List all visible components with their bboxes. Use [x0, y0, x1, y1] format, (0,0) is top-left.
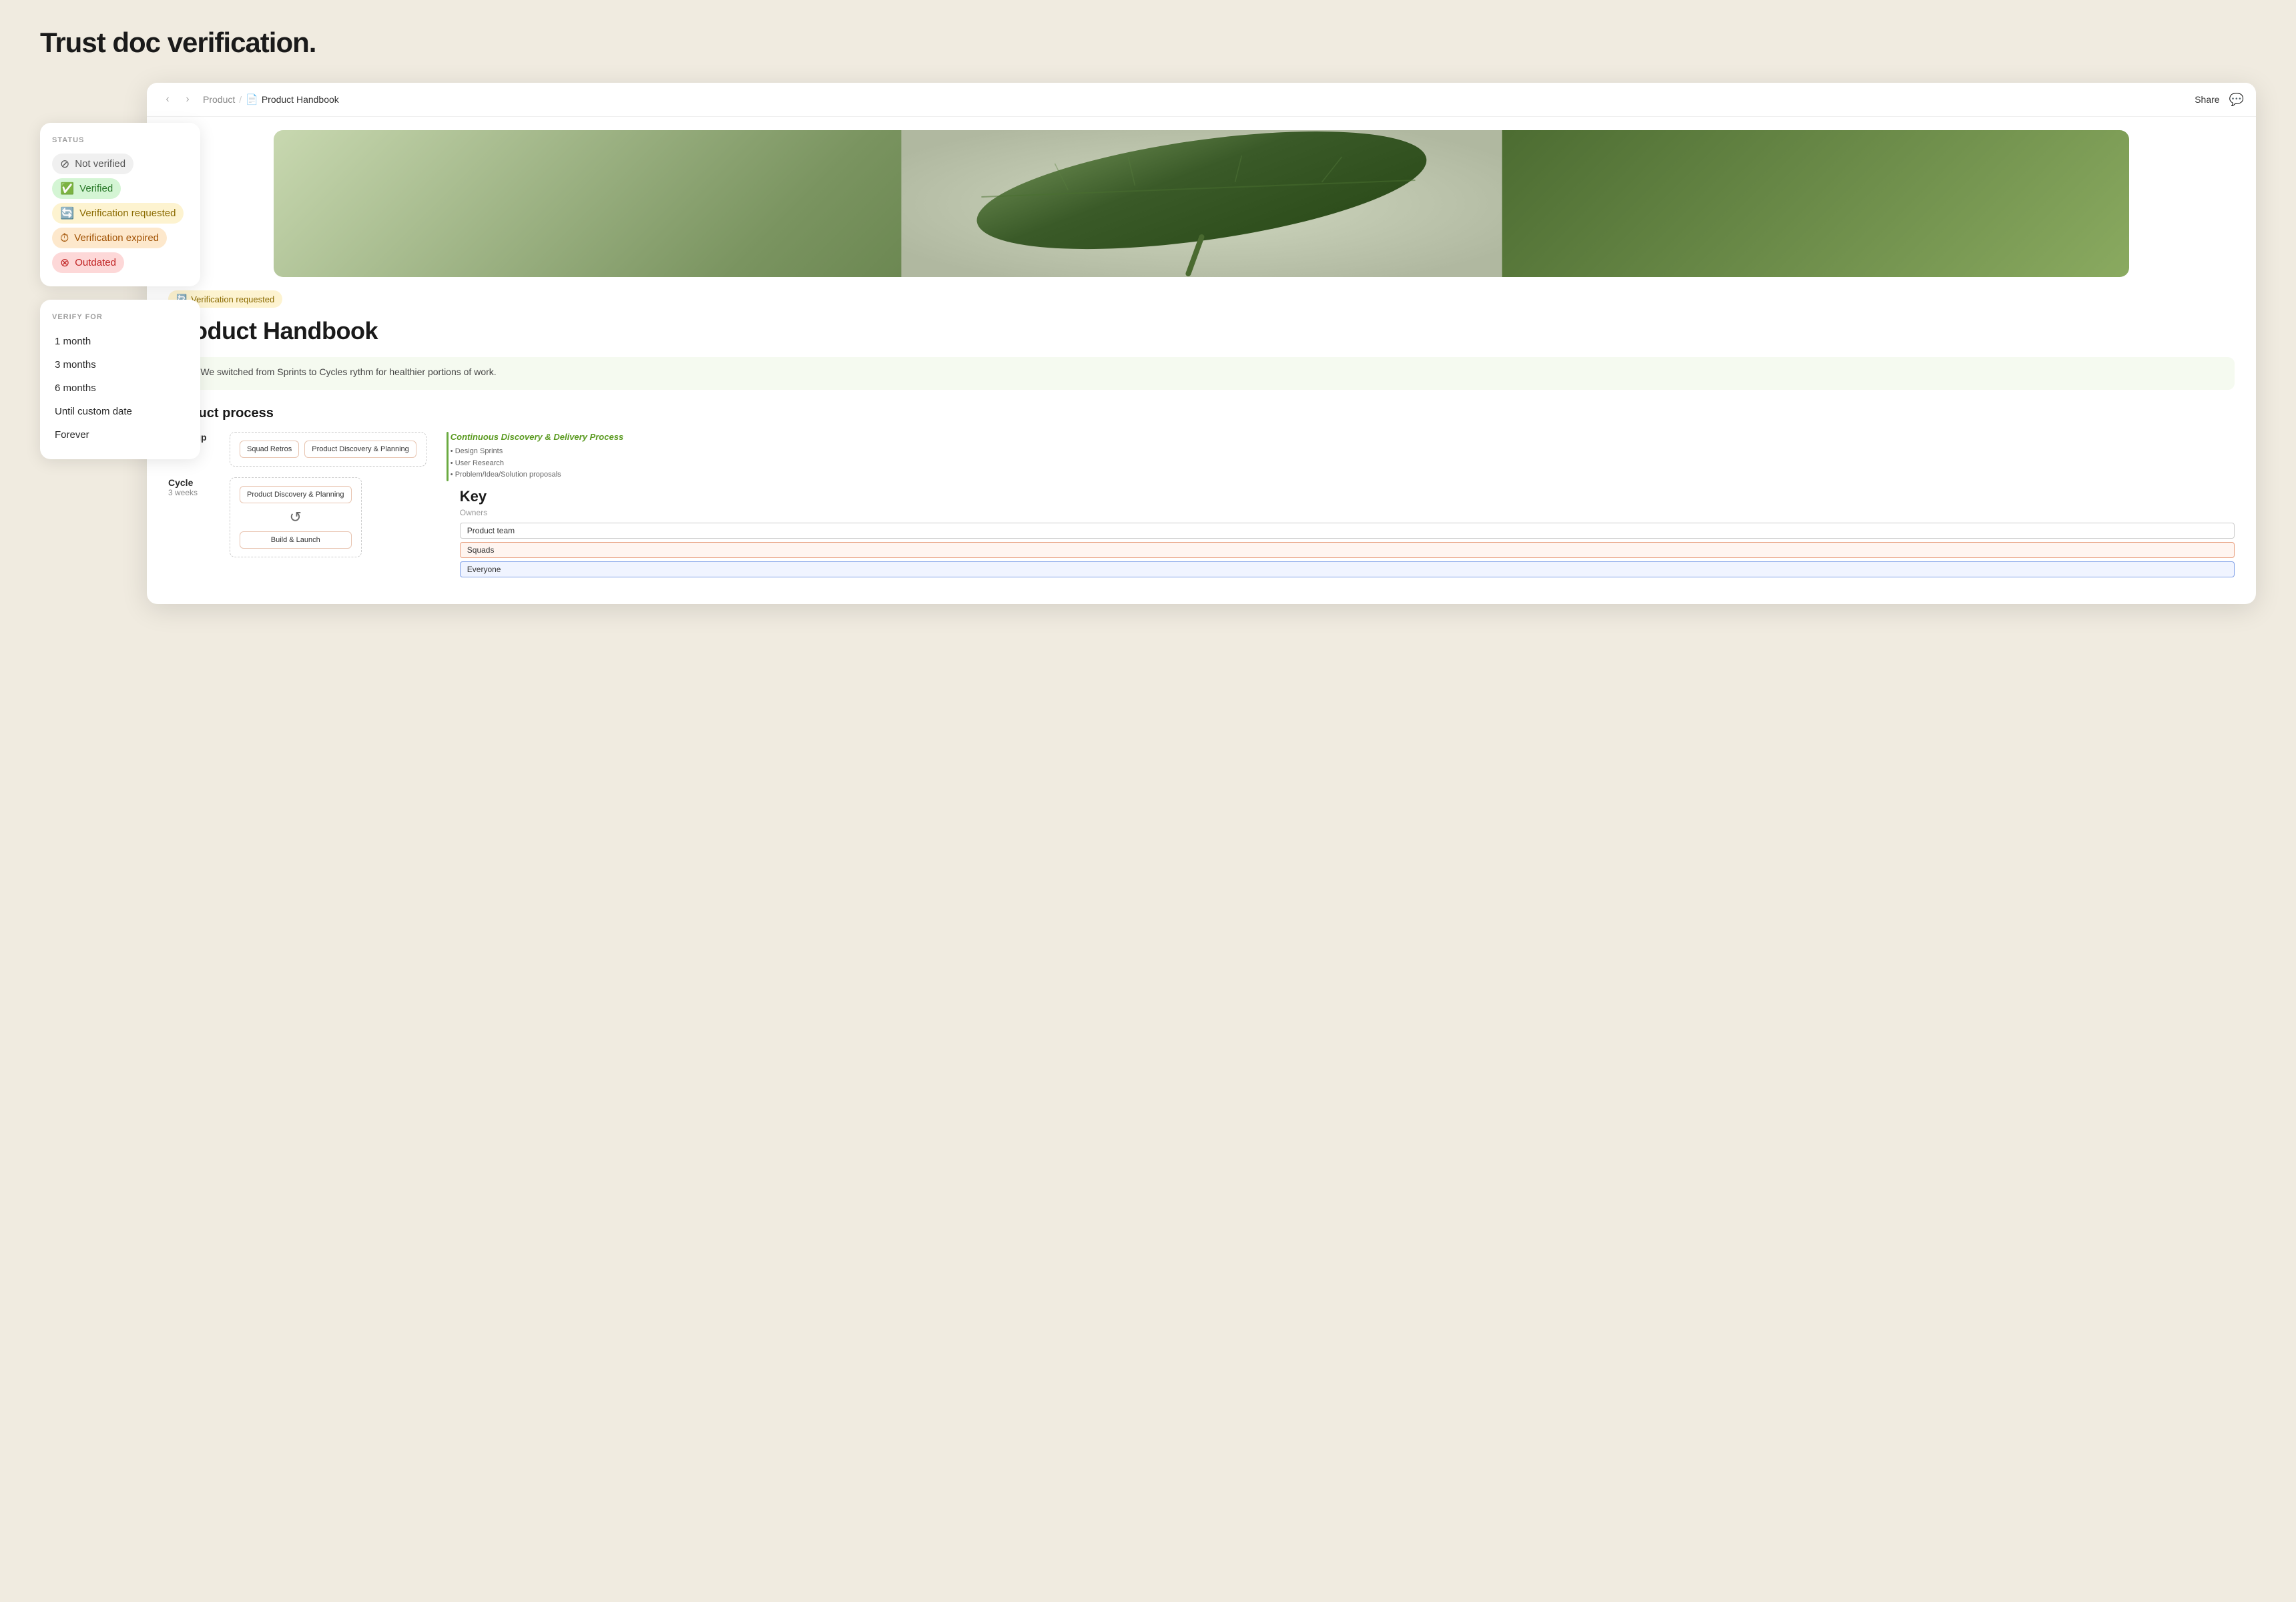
cycle-stage: Cycle 3 weeks Product Discovery & Planni…: [168, 477, 426, 557]
left-panels: STATUS ⊘ Not verified ✅ Verified 🔄 Verif…: [40, 123, 200, 459]
cycle-arrow: ↺: [240, 509, 352, 526]
verification-requested-icon: 🔄: [60, 208, 74, 219]
status-item-outdated[interactable]: ⊗ Outdated: [52, 252, 124, 273]
regroup-box: Squad Retros Product Discovery & Plannin…: [230, 432, 426, 467]
build-launch-card: Build & Launch: [240, 531, 352, 549]
breadcrumb-current: 📄 Product Handbook: [246, 93, 339, 105]
section-title: Product process: [168, 406, 2235, 421]
browser-window: ‹ › Product / 📄 Product Handbook Share 💬: [147, 83, 2256, 604]
verify-item-1-month[interactable]: 1 month: [52, 330, 188, 352]
product-discovery-planning-card: Product Discovery & Planning: [304, 441, 416, 458]
bullet-user-research: • User Research: [451, 458, 623, 470]
verify-list: 1 month 3 months 6 months Until custom d…: [52, 330, 188, 446]
breadcrumb: Product / 📄 Product Handbook: [203, 93, 339, 105]
right-section: Continuous Discovery & Delivery Process …: [447, 432, 2235, 577]
verify-item-3-months[interactable]: 3 months: [52, 354, 188, 376]
forward-button[interactable]: ›: [179, 91, 196, 108]
owners-label: Owners: [460, 508, 2235, 517]
key-title: Key: [460, 488, 2235, 505]
process-diagram: Regroup 1 Week Squad Retros Product Disc…: [168, 432, 2235, 577]
cycle-cards: Product Discovery & Planning ↺ Build & L…: [240, 486, 352, 549]
status-item-verification-expired[interactable]: ⏱ Verification expired: [52, 228, 167, 248]
squad-retros-card: Squad Retros: [240, 441, 299, 458]
comment-icon[interactable]: 💬: [2229, 93, 2244, 107]
cycle-name: Cycle: [168, 477, 222, 488]
bullet-design-sprints: • Design Sprints: [451, 446, 623, 458]
verification-expired-label: Verification expired: [74, 232, 159, 244]
verification-requested-label: Verification requested: [79, 208, 176, 219]
regroup-stage: Regroup 1 Week Squad Retros Product Disc…: [168, 432, 426, 467]
verify-for-panel: VERIFY FOR 1 month 3 months 6 months Unt…: [40, 300, 200, 459]
status-item-not-verified[interactable]: ⊘ Not verified: [52, 154, 133, 174]
bullet-problem-idea: • Problem/Idea/Solution proposals: [451, 469, 623, 481]
not-verified-icon: ⊘: [60, 158, 69, 170]
document-title: Product Handbook: [168, 317, 2235, 345]
green-line: [447, 432, 449, 481]
main-container: STATUS ⊘ Not verified ✅ Verified 🔄 Verif…: [40, 83, 2256, 604]
cycle-box: Product Discovery & Planning ↺ Build & L…: [230, 477, 362, 557]
owner-everyone: Everyone: [460, 561, 2235, 577]
breadcrumb-separator: /: [239, 94, 242, 105]
share-button[interactable]: Share: [2195, 94, 2219, 105]
document-icon: 📄: [246, 93, 258, 105]
not-verified-label: Not verified: [75, 158, 125, 170]
browser-bar: ‹ › Product / 📄 Product Handbook Share 💬: [147, 83, 2256, 117]
verification-expired-icon: ⏱: [60, 232, 69, 244]
cycle-label: Cycle 3 weeks: [168, 477, 222, 497]
hero-image: [274, 130, 2130, 277]
update-notice: ♻️ We switched from Sprints to Cycles ry…: [168, 357, 2235, 390]
verify-item-6-months[interactable]: 6 months: [52, 377, 188, 399]
verify-for-label: VERIFY FOR: [52, 313, 188, 321]
continuous-title: Continuous Discovery & Delivery Process: [451, 432, 623, 442]
green-indicator: Continuous Discovery & Delivery Process …: [447, 432, 2235, 481]
document-content: 🔄 Verification requested Product Handboo…: [147, 130, 2256, 604]
verified-icon: ✅: [60, 183, 74, 194]
cycle-discovery-card: Product Discovery & Planning: [240, 486, 352, 503]
breadcrumb-current-text: Product Handbook: [262, 94, 339, 105]
process-stages: Regroup 1 Week Squad Retros Product Disc…: [168, 432, 426, 557]
owner-product-team: Product team: [460, 523, 2235, 539]
badge-text: Verification requested: [191, 294, 274, 304]
status-panel-label: STATUS: [52, 136, 188, 144]
outdated-label: Outdated: [75, 257, 116, 268]
browser-nav: ‹ ›: [159, 91, 196, 108]
continuous-text: Continuous Discovery & Delivery Process …: [451, 432, 623, 481]
browser-actions: Share 💬: [2195, 93, 2244, 107]
owner-squads: Squads: [460, 542, 2235, 558]
outdated-icon: ⊗: [60, 257, 69, 268]
verify-item-forever[interactable]: Forever: [52, 424, 188, 446]
owner-tags: Product team Squads Everyone: [460, 523, 2235, 577]
back-button[interactable]: ‹: [159, 91, 176, 108]
document-body: 🔄 Verification requested Product Handboo…: [147, 290, 2256, 577]
update-text: We switched from Sprints to Cycles rythm…: [200, 366, 496, 377]
page-title: Trust doc verification.: [40, 27, 2256, 59]
verified-label: Verified: [79, 183, 113, 194]
breadcrumb-parent[interactable]: Product: [203, 94, 235, 105]
key-section: Key Owners Product team Squads Everyone: [460, 488, 2235, 577]
status-list: ⊘ Not verified ✅ Verified 🔄 Verification…: [52, 154, 188, 273]
status-item-verified[interactable]: ✅ Verified: [52, 178, 121, 199]
status-panel: STATUS ⊘ Not verified ✅ Verified 🔄 Verif…: [40, 123, 200, 286]
continuous-bullets: • Design Sprints • User Research • Probl…: [451, 446, 623, 481]
verify-item-until-custom-date[interactable]: Until custom date: [52, 400, 188, 423]
cycle-duration: 3 weeks: [168, 488, 222, 497]
status-item-verification-requested[interactable]: 🔄 Verification requested: [52, 203, 184, 224]
